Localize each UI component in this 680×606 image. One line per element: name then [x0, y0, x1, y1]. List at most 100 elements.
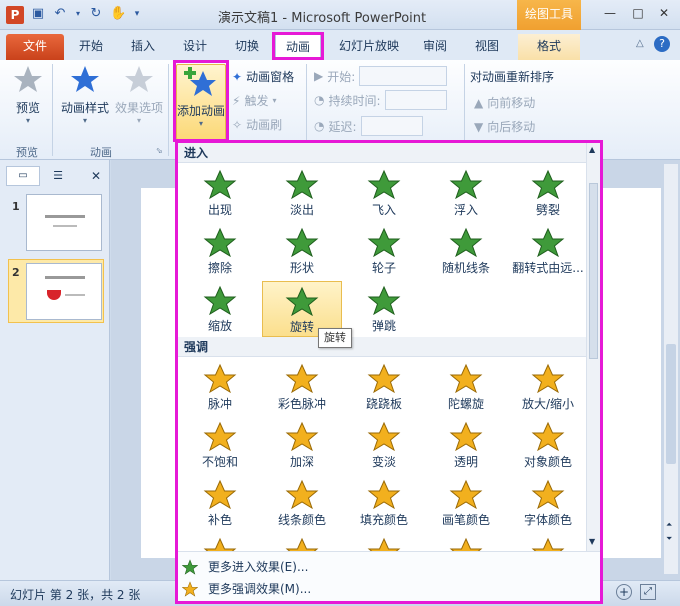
- animation-effect-item[interactable]: 陀螺旋: [426, 359, 506, 415]
- effect-options-button[interactable]: 效果选项 ▾: [114, 64, 164, 125]
- gallery-content: 进入 强调 出现 淡出 飞入 浮入 劈裂 擦除 形状 轮子 随机线条 翻转式由远... 缩放 旋转 弹跳…: [178, 143, 590, 551]
- animation-effect-item[interactable]: 跷跷板: [344, 359, 424, 415]
- tab-review[interactable]: 审阅: [414, 34, 456, 60]
- slide-thumbnail[interactable]: [26, 263, 102, 320]
- trigger-button[interactable]: ⚡ 触发 ▾: [232, 92, 276, 109]
- powerpoint-app-icon[interactable]: P: [6, 6, 24, 24]
- add-animation-button[interactable]: 添加动画 ▾: [176, 64, 226, 140]
- tab-slideshow[interactable]: 幻灯片放映: [334, 34, 404, 60]
- save-icon[interactable]: ▣: [30, 6, 46, 22]
- duration-label: 持续时间:: [328, 93, 381, 108]
- animation-effect-item[interactable]: 变淡: [344, 417, 424, 473]
- animation-painter-button[interactable]: ✧ 动画刷: [232, 116, 282, 133]
- tab-view[interactable]: 视图: [466, 34, 508, 60]
- animation-effect-item[interactable]: 轮子: [344, 223, 424, 279]
- window-title: 演示文稿1 - Microsoft PowerPoint: [218, 11, 427, 26]
- slides-tab-icon[interactable]: ▭: [6, 166, 40, 186]
- preview-button[interactable]: 预览 ▾: [8, 64, 48, 125]
- group-animation-label: 动画: [90, 146, 112, 159]
- animation-effect-item[interactable]: 浮入: [426, 165, 506, 221]
- tab-transitions[interactable]: 切换: [226, 34, 268, 60]
- animation-effect-item[interactable]: 飞入: [344, 165, 424, 221]
- undo-dropdown-icon[interactable]: ▾: [74, 6, 82, 22]
- gallery-scroll-down-icon[interactable]: ▼: [589, 537, 595, 546]
- animation-pane-button[interactable]: ✦ 动画窗格: [232, 68, 294, 85]
- animation-effect-item[interactable]: [508, 533, 588, 551]
- animation-effect-item[interactable]: 不饱和: [180, 417, 260, 473]
- animation-effect-item[interactable]: 随机线条: [426, 223, 506, 279]
- animation-effect-item[interactable]: 放大/缩小: [508, 359, 588, 415]
- animation-effect-item[interactable]: [344, 533, 424, 551]
- minimize-button[interactable]: —: [598, 4, 622, 22]
- trigger-label: 触发: [244, 94, 269, 108]
- animation-effect-label: 陀螺旋: [447, 397, 484, 411]
- tab-animations[interactable]: 动画: [275, 34, 321, 60]
- animation-effect-item[interactable]: 劈裂: [508, 165, 588, 221]
- format-painter-icon[interactable]: ✋: [110, 6, 126, 22]
- slide-thumbnail[interactable]: [26, 194, 102, 251]
- start-combo[interactable]: [359, 66, 448, 86]
- tab-home[interactable]: 开始: [70, 34, 112, 60]
- gallery-scroll-thumb[interactable]: [589, 183, 598, 359]
- animation-star-icon: [449, 479, 483, 509]
- gallery-scrollbar[interactable]: ▲ ▼: [586, 143, 600, 551]
- animation-effect-item[interactable]: 对象颜色: [508, 417, 588, 473]
- tab-design[interactable]: 设计: [174, 34, 216, 60]
- close-pane-icon[interactable]: ✕: [88, 166, 104, 186]
- animation-effect-item[interactable]: 出现: [180, 165, 260, 221]
- close-button[interactable]: ✕: [652, 4, 676, 22]
- animation-styles-button[interactable]: 动画样式 ▾: [58, 64, 112, 125]
- minimize-ribbon-icon[interactable]: △: [636, 38, 644, 49]
- animation-effect-label: 加深: [289, 455, 314, 469]
- animation-effect-item[interactable]: 加深: [262, 417, 342, 473]
- tab-insert[interactable]: 插入: [122, 34, 164, 60]
- fit-window-icon[interactable]: ⤢: [640, 584, 656, 600]
- entrance-star-icon: [182, 558, 198, 575]
- scroll-thumb[interactable]: [666, 344, 676, 464]
- animation-effect-item[interactable]: 脉冲: [180, 359, 260, 415]
- animation-effect-label: 翻转式由远...: [512, 261, 584, 275]
- customize-qat-icon[interactable]: ▾: [132, 6, 142, 22]
- animation-effect-item[interactable]: 淡出: [262, 165, 342, 221]
- outline-tab-icon[interactable]: ☰: [44, 166, 72, 186]
- animation-star-icon: [203, 285, 237, 315]
- animation-effect-item[interactable]: 形状: [262, 223, 342, 279]
- animation-effect-item[interactable]: 透明: [426, 417, 506, 473]
- tab-file[interactable]: 文件: [6, 34, 64, 60]
- animation-effect-item[interactable]: 弹跳: [344, 281, 424, 337]
- undo-icon[interactable]: ↶: [52, 6, 68, 22]
- animation-effect-item[interactable]: [180, 533, 260, 551]
- help-icon[interactable]: ?: [654, 36, 670, 52]
- next-slide-icon[interactable]: ⏷: [666, 534, 672, 544]
- move-later-button[interactable]: ▼ 向后移动: [474, 118, 535, 135]
- animation-effect-label: 放大/缩小: [521, 397, 575, 411]
- redo-icon[interactable]: ↻: [88, 6, 104, 22]
- more-emphasis-effects-item[interactable]: 更多强调效果(M)...: [182, 580, 311, 597]
- prev-slide-icon[interactable]: ⏶: [666, 520, 672, 530]
- gallery-scroll-up-icon[interactable]: ▲: [589, 145, 595, 154]
- animation-effect-item[interactable]: [262, 533, 342, 551]
- animation-star-icon: [367, 421, 401, 451]
- animation-effect-item[interactable]: [426, 533, 506, 551]
- animation-effect-item[interactable]: 线条颜色: [262, 475, 342, 531]
- vertical-scrollbar[interactable]: ⏶ ⏷: [664, 164, 678, 574]
- duration-spinner[interactable]: [384, 90, 447, 110]
- animation-effect-item[interactable]: 缩放: [180, 281, 260, 337]
- animation-effect-item[interactable]: 补色: [180, 475, 260, 531]
- delay-spinner[interactable]: [360, 116, 423, 136]
- animation-star-icon: [531, 421, 565, 451]
- animation-effect-item[interactable]: 画笔颜色: [426, 475, 506, 531]
- preview-star-icon: [14, 66, 42, 92]
- maximize-button[interactable]: □: [626, 4, 650, 22]
- tab-format[interactable]: 格式: [518, 34, 580, 60]
- zoom-in-icon[interactable]: +: [616, 584, 632, 600]
- animation-effect-item[interactable]: 字体颜色: [508, 475, 588, 531]
- move-earlier-button[interactable]: ▲ 向前移动: [474, 94, 535, 111]
- animation-effect-item[interactable]: 擦除: [180, 223, 260, 279]
- animation-effect-item[interactable]: 翻转式由远...: [508, 223, 588, 279]
- animation-dialog-launcher-icon[interactable]: ⬂: [156, 146, 163, 155]
- animation-effect-item[interactable]: 彩色脉冲: [262, 359, 342, 415]
- animation-effect-item[interactable]: 填充颜色: [344, 475, 424, 531]
- animation-star-icon: [531, 537, 565, 551]
- more-entrance-effects-item[interactable]: 更多进入效果(E)...: [182, 558, 308, 575]
